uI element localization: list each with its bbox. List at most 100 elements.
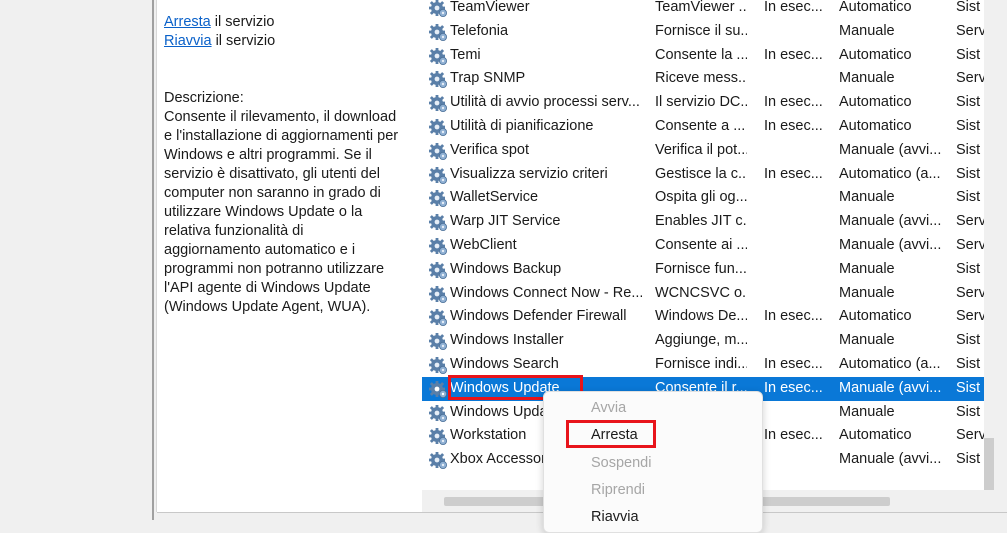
service-state-cell: In esec... <box>764 94 823 111</box>
service-row[interactable]: Warp JIT Service Enables JIT c... Manuale … <box>422 210 984 234</box>
service-row[interactable]: Visualizza servizio criteri Gestisce la c… <box>422 163 984 187</box>
service-startup-type-cell: Automatico <box>839 308 912 325</box>
service-row[interactable]: Utilità di avvio processi serv... Il serv… <box>422 91 984 115</box>
service-account-cell: Sist <box>956 94 981 111</box>
service-account-cell: Sist <box>956 356 981 372</box>
service-description-cell: Windows De... <box>655 308 747 325</box>
service-account-cell: Sist <box>956 165 981 182</box>
description-line: l'API agente di Windows Update <box>164 280 371 296</box>
context-menu: Avvia Arresta Sospendi Riprendi Riavvia <box>543 391 763 533</box>
service-state-cell: In esec... <box>764 427 823 444</box>
context-menu-item-riprendi[interactable]: Riprendi <box>591 482 645 498</box>
service-name-cell: Trap SNMP <box>450 70 526 87</box>
description-label: Descrizione: <box>164 90 244 106</box>
service-name-cell: Visualizza servizio criteri <box>450 165 608 182</box>
gear-icon <box>428 117 448 137</box>
service-state-cell: In esec... <box>764 46 823 63</box>
service-name-cell: Windows Defender Firewall <box>450 308 627 325</box>
service-description-cell: Fornisce fun... <box>655 260 747 277</box>
service-startup-type-cell: Automatico <box>839 94 912 111</box>
service-startup-type-cell: Manuale (avvi... <box>839 451 942 468</box>
service-name-cell: Telefonia <box>450 22 509 39</box>
service-account-cell: Sist <box>956 189 981 206</box>
service-description-cell: Verifica il pot... <box>655 141 747 158</box>
service-startup-type-cell: Manuale (avvi... <box>839 141 942 158</box>
service-description-cell: Riceve mess... <box>655 70 747 87</box>
vertical-scrollbar-thumb[interactable] <box>984 438 994 490</box>
service-state-cell: In esec... <box>764 118 823 134</box>
service-startup-type-cell: Automatico <box>839 427 912 444</box>
service-description-cell: Gestisce la c... <box>655 165 747 182</box>
stop-service-link[interactable]: Arresta <box>164 14 211 30</box>
service-description-cell: Enables JIT c... <box>655 213 747 230</box>
service-row[interactable]: Trap SNMP Riceve mess... Manuale Serv <box>422 67 984 91</box>
description-line: relativa funzionalità di <box>164 223 304 239</box>
gear-icon <box>428 284 448 304</box>
service-startup-type-cell: Manuale <box>839 332 895 349</box>
service-name-cell: WalletService <box>450 189 539 206</box>
context-menu-item-avvia[interactable]: Avvia <box>591 400 626 416</box>
service-row[interactable]: Windows Installer Aggiunge, m... Manuale Si… <box>422 329 984 353</box>
service-startup-type-cell: Manuale <box>839 403 895 420</box>
service-row[interactable]: Telefonia Fornisce il su... Manuale Serv <box>422 20 984 44</box>
service-startup-type-cell: Automatico (a... <box>839 356 941 372</box>
restart-service-link[interactable]: Riavvia <box>164 33 212 49</box>
service-row[interactable]: Windows Defender Firewall Windows De... In… <box>422 305 984 329</box>
service-state-cell: In esec... <box>764 308 823 325</box>
gear-icon <box>428 236 448 256</box>
service-account-cell: Sist <box>956 118 981 134</box>
service-row[interactable]: Windows Search Fornisce indi... In esec...… <box>422 353 984 377</box>
description-line: e l'installazione di aggiornamenti per <box>164 128 399 144</box>
gear-icon <box>428 403 448 423</box>
vertical-scrollbar[interactable] <box>984 0 1007 490</box>
gear-icon <box>428 260 448 280</box>
service-row[interactable]: WalletService Ospita gli og... Manuale Sist <box>422 186 984 210</box>
description-line: aggiornamento automatico e i <box>164 242 356 258</box>
gear-icon <box>428 165 448 185</box>
service-startup-type-cell: Manuale (avvi... <box>839 237 942 253</box>
service-name-cell: Utilità di avvio processi serv... <box>450 94 640 111</box>
restart-service-line: Riavvia il servizio <box>164 33 275 49</box>
context-menu-item-sospendi[interactable]: Sospendi <box>591 455 651 471</box>
service-name-cell: Windows Installer <box>450 332 564 349</box>
service-row[interactable]: Windows Connect Now - Re... WCNCSVC o... M… <box>422 282 984 306</box>
context-menu-item-riavvia[interactable]: Riavvia <box>591 509 639 525</box>
service-name-cell: Warp JIT Service <box>450 213 561 230</box>
gear-icon <box>428 46 448 66</box>
service-account-cell: Sist <box>956 332 981 349</box>
window-frame-border <box>152 0 154 520</box>
extended-description-pane: Arresta il servizio Riavvia il servizio … <box>157 0 422 512</box>
service-account-cell: Sist <box>956 141 981 158</box>
service-row[interactable]: Windows Backup Fornisce fun... Manuale Sist <box>422 258 984 282</box>
service-startup-type-cell: Automatico <box>839 118 912 134</box>
service-startup-type-cell: Manuale <box>839 70 895 87</box>
service-description-cell: Consente la ... <box>655 46 747 63</box>
service-account-cell: Serv <box>956 427 984 444</box>
service-row[interactable]: Utilità di pianificazione Consente a ... I… <box>422 115 984 139</box>
description-line: computer non saranno in grado di <box>164 185 381 201</box>
service-state-cell: In esec... <box>764 0 823 15</box>
service-state-cell: In esec... <box>764 356 823 372</box>
service-row[interactable]: Verifica spot Verifica il pot... Manuale (… <box>422 139 984 163</box>
service-row[interactable]: WebClient Consente ai ... Manuale (avvi...… <box>422 234 984 258</box>
service-startup-type-cell: Manuale <box>839 260 895 277</box>
gear-icon <box>428 93 448 113</box>
service-account-cell: Serv <box>956 70 984 87</box>
service-state-cell: In esec... <box>764 379 823 396</box>
description-line: Windows e altri programmi. Se il <box>164 147 372 163</box>
service-row[interactable]: Temi Consente la ... In esec... Automatico S… <box>422 44 984 68</box>
service-account-cell: Sist <box>956 379 981 396</box>
gear-icon <box>428 307 448 327</box>
service-account-cell: Serv <box>956 284 984 301</box>
service-description-cell: Fornisce il su... <box>655 22 747 39</box>
service-startup-type-cell: Manuale (avvi... <box>839 213 942 230</box>
description-text: Consente il rilevamento, il download e l'… <box>164 108 414 317</box>
gear-icon <box>428 0 448 18</box>
service-description-cell: Fornisce indi... <box>655 356 747 372</box>
description-line: utilizzare Windows Update o la <box>164 204 363 220</box>
service-row[interactable]: TeamViewer TeamViewer ... In esec... Automa… <box>422 0 984 20</box>
stop-service-line: Arresta il servizio <box>164 14 274 30</box>
gear-icon <box>428 426 448 446</box>
service-name-cell: Utilità di pianificazione <box>450 118 594 134</box>
service-state-cell: In esec... <box>764 165 823 182</box>
